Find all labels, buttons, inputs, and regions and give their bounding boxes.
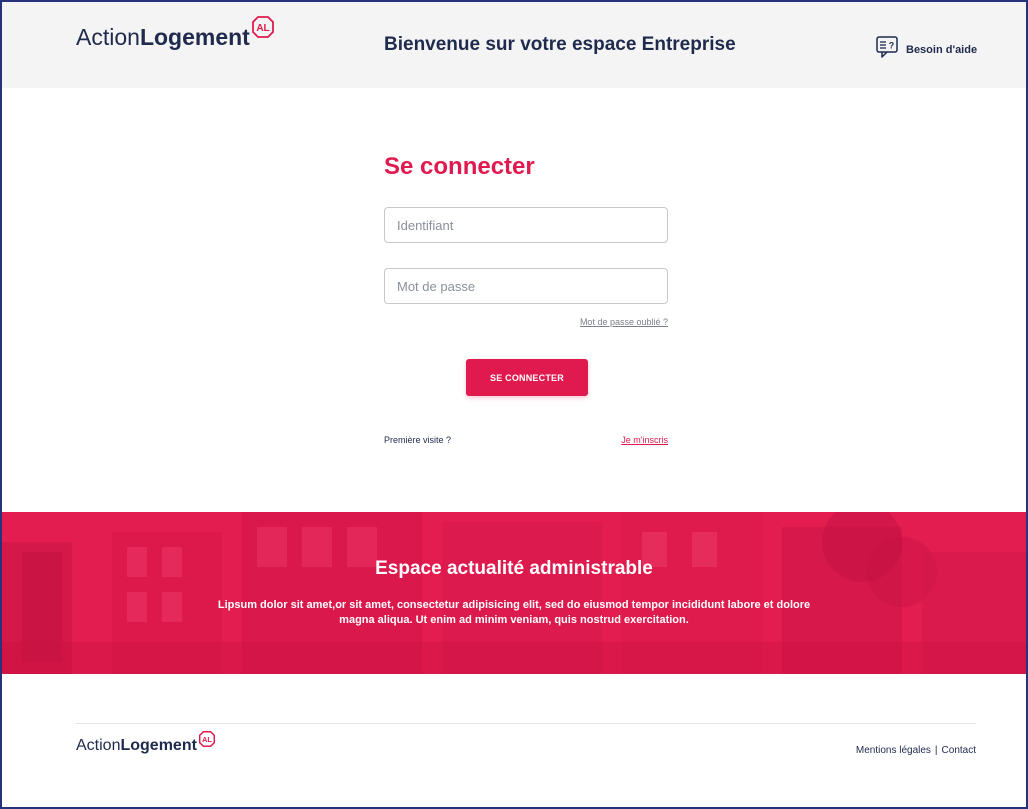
news-text: Lipsum dolor sit amet,or sit amet, conse… [217,599,811,626]
footer-logo-word-logement: Logement [120,737,197,754]
al-mark-text: AL [256,23,269,34]
identifier-input[interactable] [384,207,668,243]
help-chat-icon: ? [876,36,898,63]
footer-al-mark-text: AL [202,735,212,744]
footer-separator: | [934,745,938,756]
footer-logo[interactable]: Action Logement AL [76,731,215,755]
footer-al-mark-icon: AL [198,731,215,752]
footer-logo-word-action: Action [76,737,121,754]
al-brand-mark-icon: AL [251,16,274,44]
footer-links: Mentions légales | Contact [780,745,976,756]
help-link[interactable]: ? Besoin d'aide [876,36,977,63]
action-logement-logo[interactable]: Action Logement AL [76,16,274,51]
login-button[interactable]: SE CONNECTER [466,359,588,396]
news-banner: Espace actualité administrable Lipsum do… [2,512,1026,674]
page-frame [0,0,1028,809]
first-visit-label: Première visite ? [384,435,452,445]
logo-word-logement: Logement [139,24,250,50]
logo-word-action: Action [76,24,140,50]
signup-link[interactable]: Je m'inscris [560,435,668,445]
news-title: Espace actualité administrable [375,558,653,579]
forgot-password-link[interactable]: Mot de passe oublié ? [540,317,668,327]
legal-notice-link[interactable]: Mentions légales [856,745,931,756]
header-title: Bienvenue sur votre espace Entreprise [384,34,736,55]
svg-text:?: ? [889,41,895,51]
password-input[interactable] [384,268,668,304]
footer-divider [76,723,976,724]
banner-building-photo [2,512,1026,674]
help-label: Besoin d'aide [906,43,978,56]
contact-link[interactable]: Contact [942,745,976,756]
login-title: Se connecter [384,153,535,180]
